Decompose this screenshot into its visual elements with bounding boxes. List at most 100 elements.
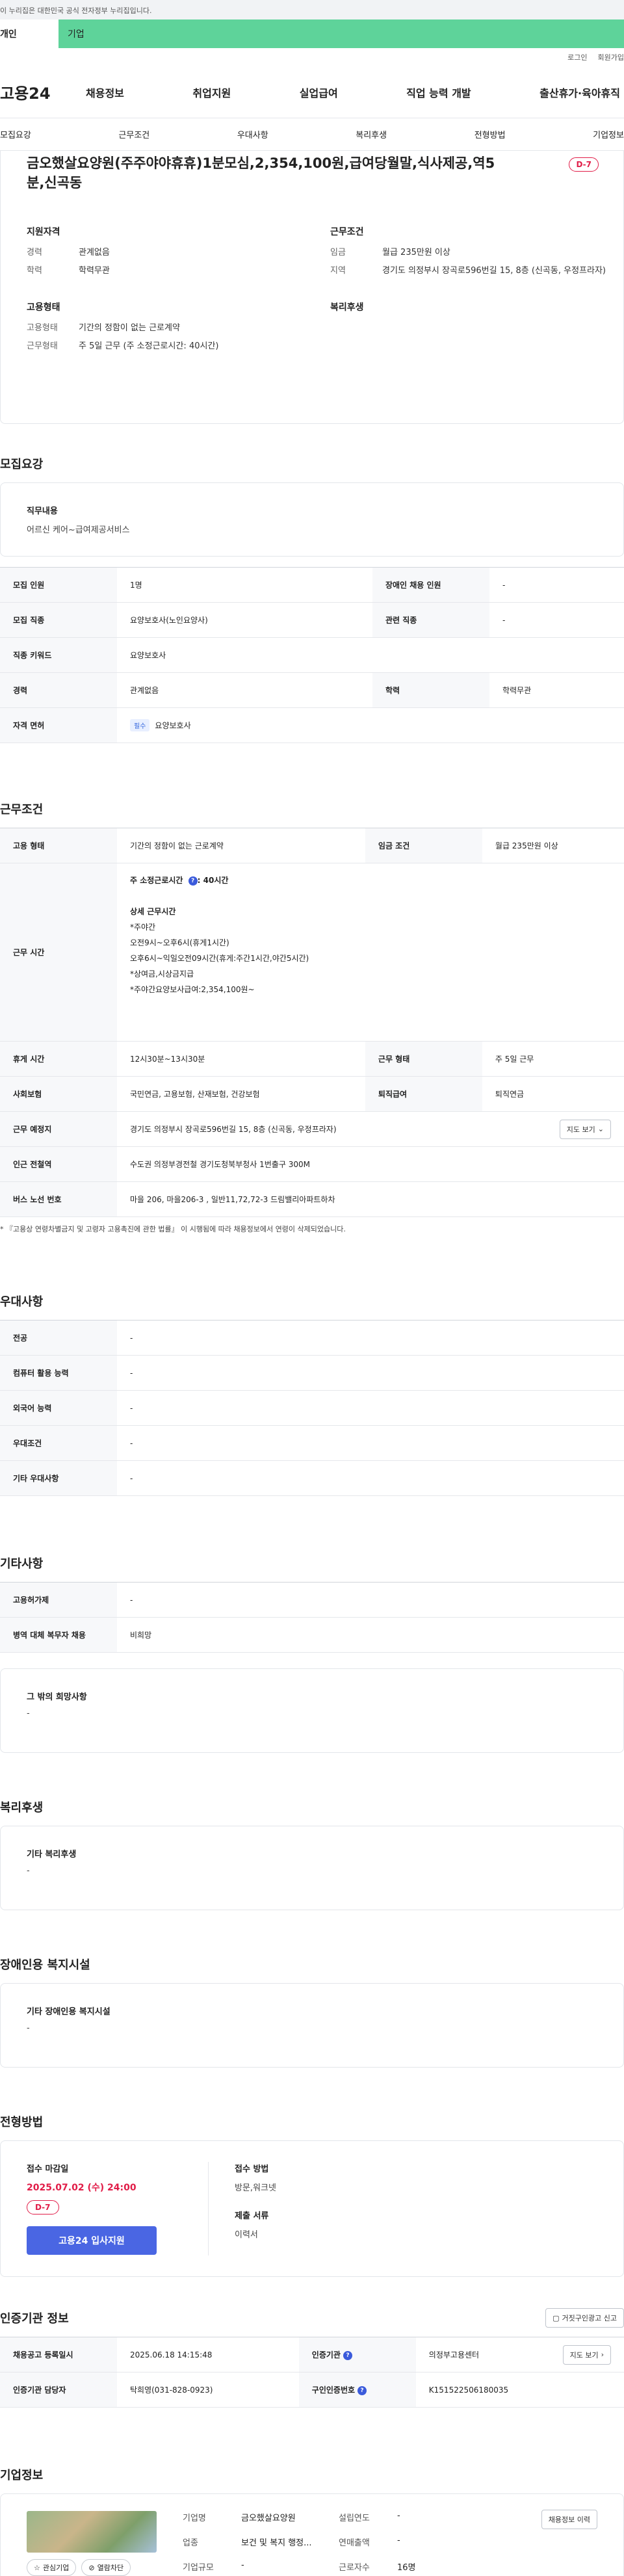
td: 2025.06.18 14:15:48 [117,2337,299,2372]
block-view-button[interactable]: ⊘ 열람차단 [81,2559,131,2576]
section-title-cert: 인증기관 정보 [0,2312,69,2326]
th: 인증기관? [298,2337,416,2372]
value: 경기도 의정부시 장곡로596번길 15, 8층 (신곡동, 우정프라자) [382,266,606,276]
td: - [117,1355,624,1391]
method-label: 접수 방법 [235,2164,269,2174]
anchor-process[interactable]: 전형방법 [474,128,506,140]
job-history-button[interactable]: 채용정보 이력 [541,2510,597,2529]
welfare-heading: 복리후생 [330,302,364,313]
org-label: 인증기관 [311,2350,341,2359]
td: 주 5일 근무 [482,1041,624,1077]
anchor-nav: 모집요강 근무조건 우대사항 복리후생 전형방법 기업정보 [0,118,624,151]
value: 관계없음 [79,248,110,257]
section-title-welfare: 복리후생 [0,1801,44,1815]
label: 기업명 [183,2514,206,2523]
report-label: 거짓구인광고 신고 [562,2314,617,2322]
td: - [117,1320,624,1356]
star-icon: ☆ [34,2563,40,2572]
week-hours-value: : 40시간 [197,876,229,885]
td: 학력무관 [489,672,624,708]
th: 임금 조건 [365,828,482,863]
label: 업종 [183,2538,198,2548]
anchor-welfare[interactable]: 복리후생 [356,128,387,140]
th: 우대조건 [0,1425,117,1461]
dday-badge: D-7 [27,2200,59,2215]
signup-link[interactable]: 회원가입 [598,52,624,62]
td: 기간의 정함이 없는 근로계약 [117,828,365,863]
tab-corporate[interactable]: 기업 [58,20,624,48]
th: 고용허가제 [0,1582,117,1618]
info-icon[interactable]: ? [188,876,198,886]
favorite-company-button[interactable]: ☆ 관심기업 [27,2559,77,2576]
th: 구인인증번호? [298,2372,416,2408]
td: - [117,1390,624,1426]
th: 장애인 채용 인원 [372,567,489,603]
section-title-process: 전형방법 [0,2116,44,2129]
deadline-value: 2025.07.02 (수) 24:00 [27,2183,136,2193]
table-row: 채용공고 등록일시 2025.06.18 14:15:48 인증기관? 의정부고용센터… [0,2337,624,2372]
menu-maternity-leave[interactable]: 출산휴가·육아휴직 [537,85,623,100]
site-logo[interactable]: 고용24 [0,81,83,103]
other-wishes-value: - [27,1709,30,1718]
label: 지역 [330,266,346,276]
info-icon[interactable]: ? [343,2350,352,2360]
menu-unemployment-benefit[interactable]: 실업급여 [297,85,341,100]
conditions-heading: 근무조건 [330,227,364,237]
td: 마을 206, 마을206-3 , 일반11,72,72-3 드림밸리아파트하차 [117,1181,624,1217]
company-image [27,2511,157,2553]
value: 16명 [397,2563,416,2573]
report-icon: ▢ [552,2313,560,2322]
apply-button[interactable]: 고용24 입사지원 [27,2226,157,2255]
anchor-work[interactable]: 근무조건 [118,128,150,140]
anchor-recruit[interactable]: 모집요강 [0,128,31,140]
td: - [117,1582,624,1618]
qualification-heading: 지원자격 [27,227,60,237]
th: 사회보험 [0,1076,117,1112]
section-title-recruit: 모집요강 [0,458,44,471]
map-label: 지도 보기 [569,2350,599,2359]
menu-vocational-training[interactable]: 직업 능력 개발 [404,85,473,100]
info-icon[interactable]: ? [358,2385,367,2395]
table-row: 버스 노선 번호 마을 206, 마을206-3 , 일반11,72,72-3 드… [0,1181,624,1217]
td: 필수 요양보호사 [117,707,624,743]
hours-cell: 주 소정근로시간 ?: 40시간 상세 근무시간 *주야간 오전9시~오후6시(… [117,863,624,1042]
user-type-tabs: 개인 기업 [0,20,624,48]
table-row: 모집 인원 1명 장애인 채용 인원 - [0,567,624,603]
block-label: 열람차단 [97,2564,124,2572]
gov-notice-text: 이 누리집은 대한민국 공식 전자정부 누리집입니다. [0,7,152,15]
anchor-pref[interactable]: 우대사항 [237,128,268,140]
anchor-company[interactable]: 기업정보 [593,128,624,140]
th: 모집 직종 [0,602,117,638]
td: - [117,1460,624,1496]
th: 관련 직종 [372,602,489,638]
th: 모집 인원 [0,567,117,603]
td: - [117,1425,624,1461]
cert-table: 채용공고 등록일시 2025.06.18 14:15:48 인증기관? 의정부고용센터… [0,2337,624,2408]
td: 경기도 의정부시 장곡로596번길 15, 8층 (신곡동, 우정프라자) 지도 … [117,1111,624,1147]
value: - [397,2536,400,2545]
chevron-down-icon: ⌄ [597,1125,604,1133]
report-fake-ad-button[interactable]: ▢ 거짓구인광고 신고 [545,2308,624,2328]
org-map-button[interactable]: 지도 보기 › [562,2345,611,2365]
table-row: 모집 직종 요양보호사(노인요양사) 관련 직종 - [0,602,624,638]
th: 휴게 시간 [0,1041,117,1077]
week-hours: 주 소정근로시간 ?: 40시간 [130,873,611,888]
th: 컴퓨터 활용 능력 [0,1355,117,1391]
welfare-block: 복리후생 [330,300,608,359]
table-row: 고용 형태 기간의 정함이 없는 근로계약 임금 조건 월급 235만원 이상 [0,828,624,863]
gov-notice-bar: 이 누리집은 대한민국 공식 전자정부 누리집입니다. [0,0,624,20]
map-view-button[interactable]: 지도 보기 ⌄ [559,1119,611,1139]
menu-jobs[interactable]: 채용정보 [83,85,127,100]
hours-line: *주야간 [130,923,156,932]
age-notice: * 『고용상 연령차별금지 및 고령자 고용촉진에 관한 법률』 이 시행됨에 … [0,1225,346,1233]
section-title-work: 근무조건 [0,803,44,817]
th: 기타 우대사항 [0,1460,117,1496]
employment-heading: 고용형태 [27,302,60,313]
th: 퇴직급여 [365,1076,482,1112]
tab-individual[interactable]: 개인 [0,20,58,48]
menu-employment-support[interactable]: 취업지원 [190,85,233,100]
login-link[interactable]: 로그인 [567,52,587,62]
company-media: ☆ 관심기업 ⊘ 열람차단 [27,2507,157,2576]
cert-header: 인증기관 정보 ▢ 거짓구인광고 신고 [0,2308,624,2328]
table-row: 인증기관 담당자 탁희영(031-828-0923) 구인인증번호? K1515225… [0,2372,624,2408]
